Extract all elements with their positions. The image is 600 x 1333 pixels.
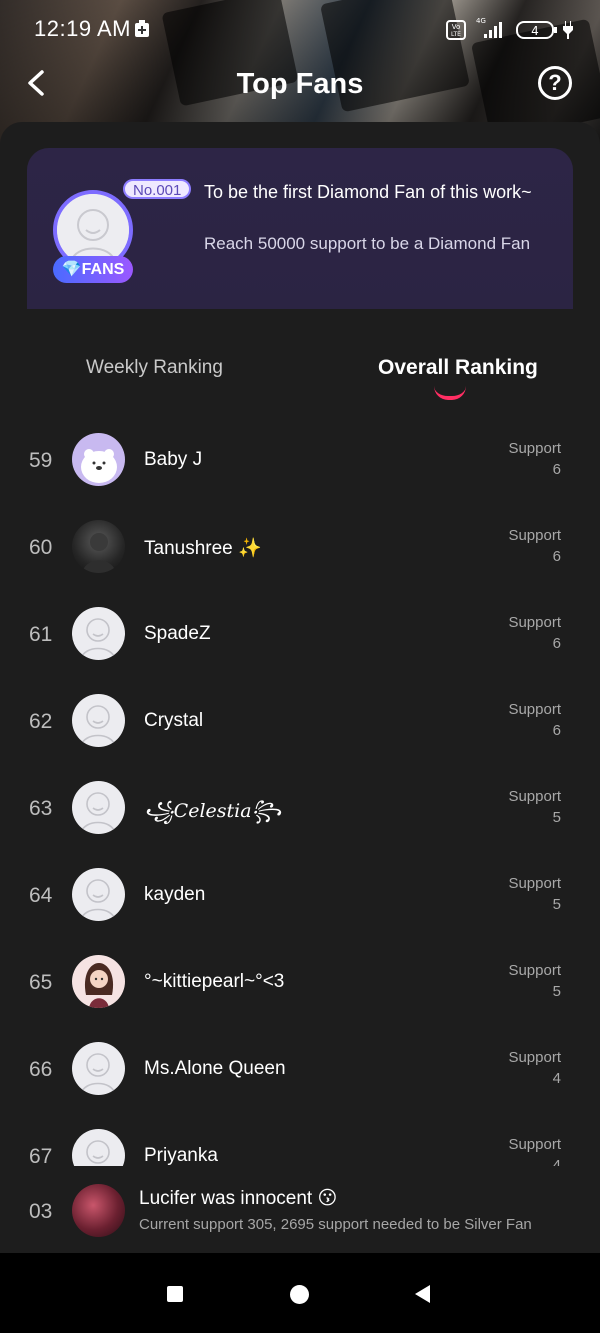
fan-name: Crystal bbox=[144, 710, 204, 731]
charging-icon bbox=[563, 21, 573, 44]
default-avatar-icon[interactable] bbox=[72, 607, 125, 660]
fan-name: ꧁Celestia꧂ bbox=[144, 800, 282, 822]
banner-headline: To be the first Diamond Fan of this work… bbox=[204, 182, 532, 202]
support-value: 6 bbox=[552, 722, 561, 739]
support-value: 5 bbox=[552, 896, 561, 913]
ranking-tabs: Weekly Ranking Overall Ranking bbox=[0, 340, 600, 410]
support-value: 4 bbox=[552, 1157, 561, 1166]
rank-number: 63 bbox=[29, 797, 53, 820]
fan-name: kayden bbox=[144, 884, 206, 905]
list-item[interactable]: 67 Priyanka Support 4 bbox=[0, 1114, 600, 1166]
rank-number: 64 bbox=[29, 884, 53, 907]
support-value: 5 bbox=[552, 983, 561, 1000]
svg-text:Vo: Vo bbox=[452, 23, 461, 31]
page-title: Top Fans bbox=[236, 68, 364, 100]
status-time: 12:19 AM bbox=[34, 16, 131, 41]
fan-name: Ms.Alone Queen bbox=[144, 1058, 286, 1079]
default-avatar-icon[interactable] bbox=[72, 868, 125, 921]
default-avatar-icon[interactable] bbox=[72, 1042, 125, 1095]
home-icon[interactable] bbox=[290, 1285, 309, 1304]
status-bar: 12:19 AM Vo LTE 4G 4 bbox=[0, 0, 600, 58]
my-ranking-row[interactable]: 03 Lucifer was innocent 😗 Current suppor… bbox=[0, 1168, 600, 1253]
top-bar: Top Fans ? bbox=[0, 58, 600, 110]
battery-icon: 4 bbox=[516, 20, 558, 45]
support-value: 6 bbox=[552, 635, 561, 652]
support-label: Support bbox=[508, 701, 561, 718]
recent-apps-icon[interactable] bbox=[167, 1286, 183, 1302]
support-value: 5 bbox=[552, 809, 561, 826]
rank-number: 60 bbox=[29, 536, 53, 559]
tab-overall-ranking[interactable]: Overall Ranking bbox=[378, 356, 538, 380]
default-avatar-icon[interactable] bbox=[72, 1129, 125, 1166]
rank-number: 66 bbox=[29, 1058, 53, 1081]
notification-icon bbox=[134, 20, 150, 43]
tab-weekly-ranking[interactable]: Weekly Ranking bbox=[86, 357, 223, 379]
rank-number: 65 bbox=[29, 971, 53, 994]
fan-name: Baby J bbox=[144, 449, 203, 470]
system-nav-bar bbox=[0, 1253, 600, 1333]
fan-name: SpadeZ bbox=[144, 623, 211, 644]
diamond-fan-banner: 💎FANS No.001 To be the first Diamond Fan… bbox=[27, 148, 573, 309]
support-label: Support bbox=[508, 875, 561, 892]
support-value: 6 bbox=[552, 548, 561, 565]
support-label: Support bbox=[508, 788, 561, 805]
fan-name: Priyanka bbox=[144, 1145, 218, 1166]
svg-text:4G: 4G bbox=[476, 17, 486, 25]
fan-name: °~kittiepearl~°<3 bbox=[144, 971, 285, 992]
rank-number: 61 bbox=[29, 623, 53, 646]
my-avatar-icon[interactable] bbox=[72, 1184, 125, 1237]
support-label: Support bbox=[508, 1136, 561, 1153]
back-icon[interactable] bbox=[415, 1285, 430, 1303]
banner-requirement: Reach 50000 support to be a Diamond Fan bbox=[204, 234, 531, 253]
girl-avatar-icon[interactable] bbox=[72, 955, 125, 1008]
default-avatar-icon[interactable] bbox=[72, 781, 125, 834]
rank-badge: No.001 bbox=[123, 179, 192, 199]
list-item[interactable]: 60 Tanushree ✨ Support 6 bbox=[0, 505, 600, 591]
list-item[interactable]: 66 Ms.Alone Queen Support 4 bbox=[0, 1027, 600, 1113]
my-rank-number: 03 bbox=[29, 1200, 53, 1223]
list-item[interactable]: 62 Crystal Support 6 bbox=[0, 679, 600, 765]
svg-text:LTE: LTE bbox=[451, 31, 461, 38]
support-label: Support bbox=[508, 962, 561, 979]
rank-number: 62 bbox=[29, 710, 53, 733]
bear-avatar-icon[interactable] bbox=[72, 433, 125, 486]
active-tab-indicator bbox=[434, 386, 466, 400]
list-item[interactable]: 59 Baby J Support 6 bbox=[0, 418, 600, 504]
support-label: Support bbox=[508, 440, 561, 457]
diamond-icon: 💎 bbox=[61, 261, 82, 278]
default-avatar-icon[interactable] bbox=[72, 694, 125, 747]
list-item[interactable]: 65 °~kittiepearl~°<3 Support 5 bbox=[0, 940, 600, 1026]
signal-icon: 4G bbox=[474, 16, 508, 45]
dark-photo-avatar-icon[interactable] bbox=[72, 520, 125, 573]
fans-badge: 💎FANS bbox=[53, 256, 133, 283]
svg-text:4: 4 bbox=[531, 24, 539, 38]
list-item[interactable]: 61 SpadeZ Support 6 bbox=[0, 592, 600, 678]
support-value: 4 bbox=[552, 1070, 561, 1087]
volte-icon: Vo LTE bbox=[446, 20, 466, 45]
fan-ranking-list[interactable]: 59 Baby J Support 6 60 Tanushree ✨ Suppo… bbox=[0, 418, 600, 1166]
support-label: Support bbox=[508, 1049, 561, 1066]
my-name: Lucifer was innocent 😗 bbox=[139, 1188, 338, 1209]
rank-number: 59 bbox=[29, 449, 53, 472]
my-support-status: Current support 305, 2695 support needed… bbox=[139, 1216, 532, 1233]
support-value: 6 bbox=[552, 461, 561, 478]
list-item[interactable]: 64 kayden Support 5 bbox=[0, 853, 600, 939]
support-label: Support bbox=[508, 527, 561, 544]
rank-number: 67 bbox=[29, 1145, 53, 1166]
list-item[interactable]: 63 ꧁Celestia꧂ Support 5 bbox=[0, 766, 600, 852]
help-icon[interactable]: ? bbox=[538, 66, 572, 100]
fan-name: Tanushree ✨ bbox=[144, 538, 262, 559]
support-label: Support bbox=[508, 614, 561, 631]
